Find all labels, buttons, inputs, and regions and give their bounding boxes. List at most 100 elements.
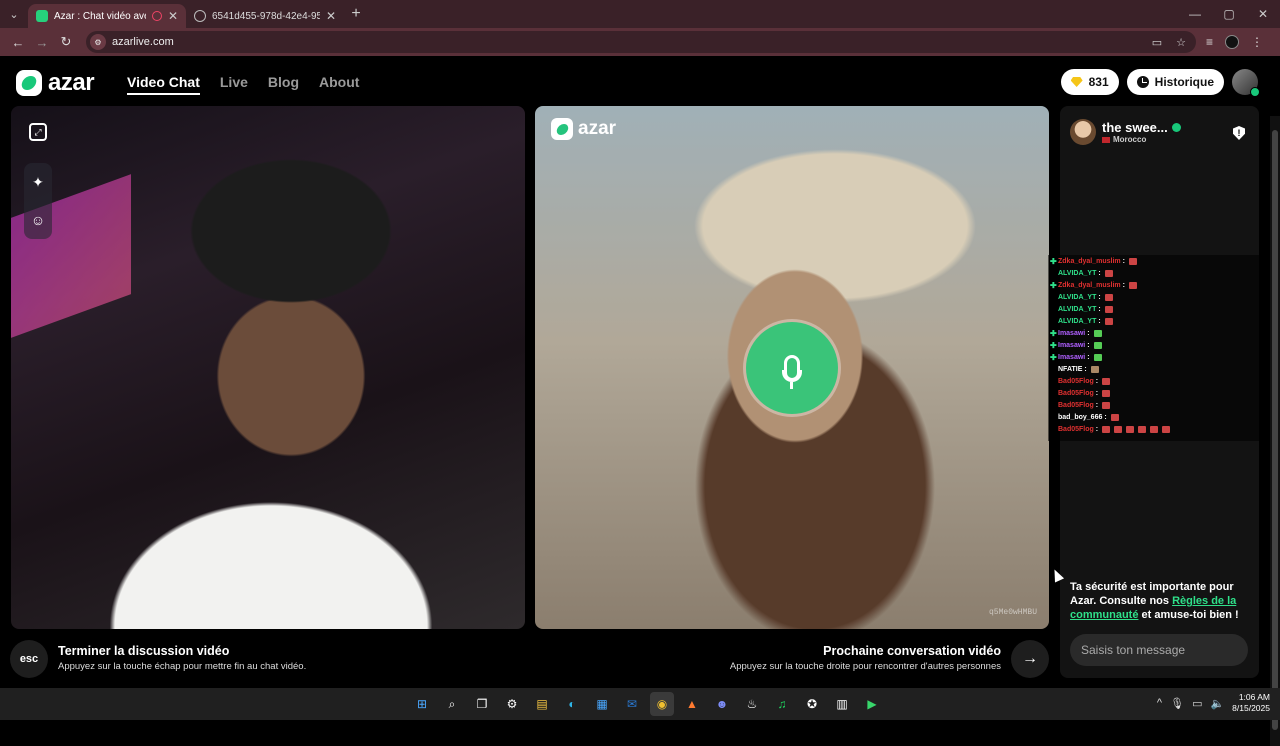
tab-title: Azar : Chat vidéo avec de n	[54, 10, 146, 22]
reload-button[interactable]: ↻	[54, 34, 78, 50]
browser-menu-icon[interactable]: ⋮	[1251, 35, 1263, 49]
azar-logo-icon	[16, 70, 42, 96]
cast-icon[interactable]: ▭	[1152, 36, 1162, 49]
scrollbar-thumb[interactable]	[1272, 130, 1278, 730]
partner-name: the swee...	[1102, 120, 1168, 135]
clock-time: 1:06 AM	[1238, 692, 1270, 702]
gems-button[interactable]: 831	[1060, 69, 1119, 95]
forward-button[interactable]: →	[30, 35, 54, 50]
taskbar-clock[interactable]: 1:06 AM 8/15/2025	[1232, 692, 1270, 714]
overlay-chat-message: Bad05Flog:	[1048, 387, 1280, 399]
page-scrollbar[interactable]	[1270, 116, 1280, 746]
history-label: Historique	[1154, 75, 1214, 89]
system-tray: ^ 🎙 ▭ 🔈 1:06 AM 8/15/2025	[1157, 692, 1270, 714]
emote-icon	[1090, 365, 1099, 373]
azar-logo[interactable]: azar	[16, 69, 95, 97]
store-icon[interactable]: ▦	[590, 692, 614, 716]
overlay-chat-message: bad_boy_666:	[1048, 411, 1280, 423]
browser-tab[interactable]: 6541d455-978d-42e4-95a3-fb ✕	[186, 4, 344, 28]
back-button[interactable]: ←	[6, 35, 30, 50]
minimize-button[interactable]: —	[1178, 7, 1212, 21]
emote-icon	[1102, 389, 1111, 397]
url-text: azarlive.com	[112, 36, 174, 48]
emote-icon	[1104, 305, 1113, 313]
spotify-icon[interactable]: ♫	[770, 692, 794, 716]
nav-about[interactable]: About	[319, 74, 359, 95]
site-header: azar Video Chat Live Blog About 831 Hist…	[0, 58, 1270, 106]
remote-video: azar q5Me0wHMBU	[535, 106, 1049, 629]
chat-username: Bad05Flog	[1058, 425, 1094, 433]
search-icon[interactable]: ⌕	[440, 692, 464, 716]
address-bar[interactable]: ⚙ azarlive.com ▭ ☆	[86, 31, 1196, 53]
face-filter-icon[interactable]: ☺	[31, 212, 45, 228]
new-tab-button[interactable]: +	[344, 5, 368, 23]
end-chat-button[interactable]: esc	[10, 640, 48, 678]
gem-count: 831	[1088, 75, 1109, 89]
volume-icon[interactable]: 🔈	[1210, 697, 1224, 710]
clock-icon	[1136, 76, 1149, 88]
overlay-chat-message: Bad05Flog:	[1048, 375, 1280, 387]
close-window-button[interactable]: ✕	[1246, 7, 1280, 21]
nav-video-chat[interactable]: Video Chat	[127, 74, 200, 95]
settings-icon[interactable]: ⚙	[500, 692, 524, 716]
tab-search-button[interactable]: ⌄	[0, 0, 28, 28]
app-icon-3[interactable]: ▶	[860, 692, 884, 716]
chrome-icon[interactable]: ◉	[650, 692, 674, 716]
outlook-icon[interactable]: ✉	[620, 692, 644, 716]
window-controls: — ▢ ✕	[1178, 7, 1280, 21]
expand-icon[interactable]: ⤢	[29, 123, 47, 141]
bookmark-star-icon[interactable]: ☆	[1176, 36, 1186, 49]
history-button[interactable]: Historique	[1126, 69, 1224, 95]
overlay-chat-message: Bad05Flog:	[1048, 399, 1280, 411]
chat-badge-icon: ✚	[1050, 352, 1057, 362]
user-avatar[interactable]	[1232, 69, 1260, 97]
close-tab-icon[interactable]: ✕	[168, 9, 178, 23]
end-chat-title: Terminer la discussion vidéo	[58, 644, 230, 658]
chat-username: ALVIDA_YT	[1058, 317, 1097, 325]
gem-icon	[1070, 77, 1083, 87]
emote-icon	[1104, 269, 1113, 277]
task-view-icon[interactable]: ❐	[470, 692, 494, 716]
nav-blog[interactable]: Blog	[268, 74, 299, 95]
remote-logo-text: azar	[578, 118, 617, 139]
media-control-icon[interactable]: ≡	[1206, 35, 1213, 49]
morocco-flag-icon	[1102, 136, 1110, 143]
browser-tab-active[interactable]: Azar : Chat vidéo avec de n ✕	[28, 4, 186, 28]
next-chat-button[interactable]: →	[1011, 640, 1049, 678]
remote-video-logo: azar	[551, 118, 616, 140]
windows-start-icon[interactable]: ⊞	[410, 692, 434, 716]
maximize-button[interactable]: ▢	[1212, 7, 1246, 21]
emote-icon	[1138, 425, 1147, 433]
profile-icon[interactable]	[1225, 35, 1240, 49]
calculator-icon[interactable]: ▥	[830, 692, 854, 716]
sparkle-effects-icon[interactable]: ✦	[32, 174, 44, 191]
file-explorer-icon[interactable]: ▤	[530, 692, 554, 716]
chat-badge-icon: ✚	[1050, 280, 1057, 290]
partner-avatar[interactable]	[1070, 119, 1096, 145]
overlay-chat-message: ALVIDA_YT:	[1048, 291, 1280, 303]
close-tab-icon[interactable]: ✕	[326, 9, 336, 23]
app-icon[interactable]: ▲	[680, 692, 704, 716]
logo-text: azar	[48, 69, 95, 96]
emote-icon	[1102, 425, 1111, 433]
edge-icon[interactable]: ◐	[560, 692, 584, 716]
azar-page: azar Video Chat Live Blog About 831 Hist…	[0, 58, 1280, 746]
end-chat-hint: Appuyez sur la touche échap pour mettre …	[58, 661, 307, 672]
message-input[interactable]	[1070, 634, 1248, 666]
emote-icon	[1128, 281, 1137, 289]
video-id: q5Me0wHMBU	[988, 608, 1037, 617]
microphone-button[interactable]	[746, 322, 838, 414]
discord-icon[interactable]: ☻	[710, 692, 734, 716]
tray-overflow-icon[interactable]: ^	[1157, 697, 1162, 709]
chat-username: Zdka_dyal_muslim	[1058, 281, 1121, 289]
report-shield-icon[interactable]: !	[1233, 126, 1245, 140]
partner-info[interactable]: the swee... Morocco	[1070, 119, 1181, 145]
nav-live[interactable]: Live	[220, 74, 248, 95]
steam-icon[interactable]: ♨	[740, 692, 764, 716]
microphone-tray-icon[interactable]: 🎙	[1170, 697, 1184, 710]
site-info-icon[interactable]: ⚙	[90, 34, 106, 50]
display-icon[interactable]: ▭	[1192, 697, 1202, 710]
app-icon-2[interactable]: ✪	[800, 692, 824, 716]
video-effects-toolbar: ✦ ☺	[24, 163, 52, 239]
chat-username: bad_boy_666	[1058, 413, 1103, 421]
